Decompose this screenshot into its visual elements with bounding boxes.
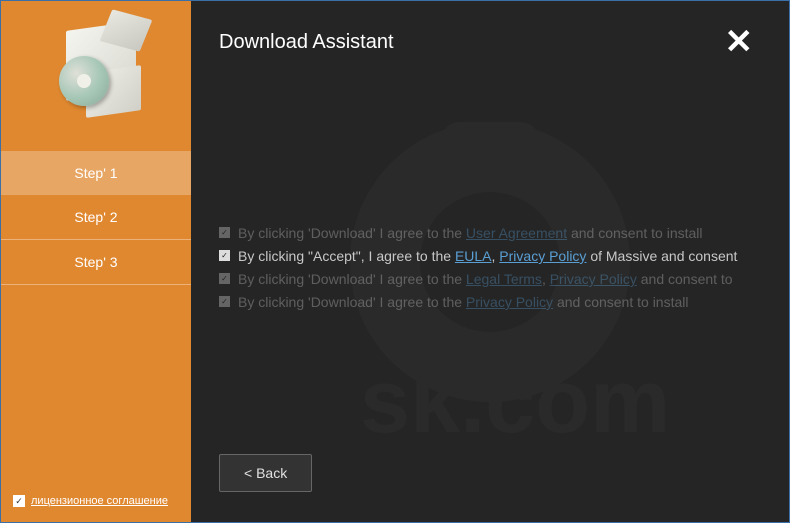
consent-text-2: By clicking "Accept", I agree to the EUL… <box>238 246 737 267</box>
close-icon[interactable]: ✕ <box>717 21 762 63</box>
main-panel: sk.com Download Assistant ✕ ✓ By clickin… <box>191 1 789 522</box>
consent-suffix: and consent to install <box>567 225 702 241</box>
consent-joiner: , <box>542 271 550 287</box>
consent-item-1: ✓ By clicking 'Download' I agree to the … <box>219 223 761 244</box>
consent-checkbox-2[interactable]: ✓ <box>219 250 230 261</box>
consent-item-4: ✓ By clicking 'Download' I agree to the … <box>219 292 761 313</box>
consent-prefix: By clicking 'Download' I agree to the <box>238 271 466 287</box>
user-agreement-link[interactable]: User Agreement <box>466 225 567 241</box>
window: Step' 1 Step' 2 Step' 3 ✓ лицензионное с… <box>0 0 790 523</box>
consent-text-4: By clicking 'Download' I agree to the Pr… <box>238 292 688 313</box>
consent-list: ✓ By clicking 'Download' I agree to the … <box>219 223 761 313</box>
license-agreement-link[interactable]: лицензионное соглашение <box>31 495 168 507</box>
back-button[interactable]: < Back <box>219 454 312 492</box>
consent-prefix: By clicking 'Download' I agree to the <box>238 225 466 241</box>
consent-text-3: By clicking 'Download' I agree to the Le… <box>238 269 733 290</box>
consent-item-2: ✓ By clicking "Accept", I agree to the E… <box>219 246 761 267</box>
consent-checkbox-1[interactable]: ✓ <box>219 227 230 238</box>
privacy-policy-link-3[interactable]: Privacy Policy <box>466 294 553 310</box>
content-area: ✓ By clicking 'Download' I agree to the … <box>191 73 789 434</box>
consent-checkbox-4[interactable]: ✓ <box>219 296 230 307</box>
legal-terms-link[interactable]: Legal Terms <box>466 271 542 287</box>
license-checkbox[interactable]: ✓ <box>13 495 25 507</box>
consent-prefix: By clicking "Accept", I agree to the <box>238 248 455 264</box>
footer: < Back <box>191 434 789 522</box>
installer-box-icon <box>51 21 141 111</box>
sidebar: Step' 1 Step' 2 Step' 3 ✓ лицензионное с… <box>1 1 191 522</box>
consent-checkbox-3[interactable]: ✓ <box>219 273 230 284</box>
consent-suffix: and consent to <box>637 271 733 287</box>
consent-item-3: ✓ By clicking 'Download' I agree to the … <box>219 269 761 290</box>
page-title: Download Assistant <box>219 31 394 54</box>
eula-link[interactable]: EULA <box>455 248 492 264</box>
consent-suffix: of Massive and consent <box>586 248 737 264</box>
privacy-policy-link[interactable]: Privacy Policy <box>499 248 586 264</box>
step-item-2[interactable]: Step' 2 <box>1 195 191 240</box>
step-item-1[interactable]: Step' 1 <box>1 151 191 195</box>
header: Download Assistant ✕ <box>191 1 789 73</box>
consent-suffix: and consent to install <box>553 294 688 310</box>
step-list: Step' 1 Step' 2 Step' 3 <box>1 151 191 285</box>
privacy-policy-link-2[interactable]: Privacy Policy <box>550 271 637 287</box>
step-item-3[interactable]: Step' 3 <box>1 240 191 285</box>
license-agreement-footer: ✓ лицензионное соглашение <box>13 495 168 507</box>
consent-text-1: By clicking 'Download' I agree to the Us… <box>238 223 703 244</box>
consent-prefix: By clicking 'Download' I agree to the <box>238 294 466 310</box>
